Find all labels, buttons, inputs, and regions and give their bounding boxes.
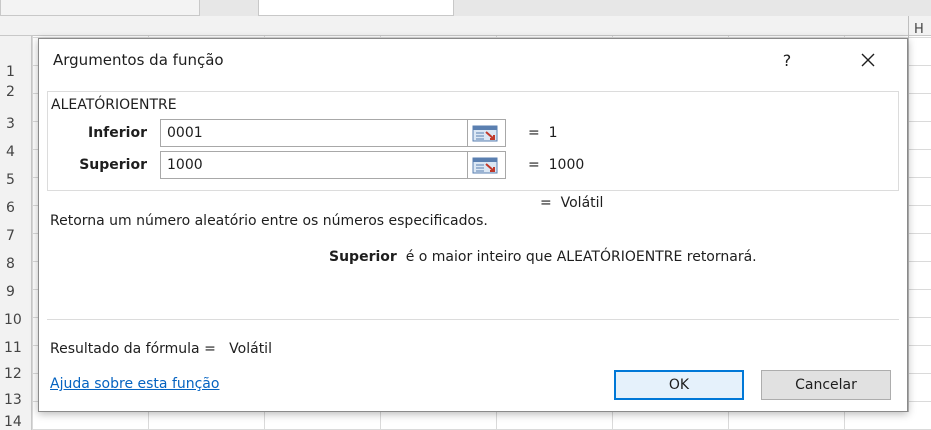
inferior-label: Inferior: [88, 125, 147, 141]
row-header[interactable]: 4: [6, 144, 15, 160]
row-header[interactable]: 5: [6, 172, 15, 188]
superior-label: Superior: [79, 157, 147, 173]
inferior-input[interactable]: [160, 119, 468, 147]
collapse-dialog-icon: [472, 157, 498, 174]
row-header[interactable]: 14: [4, 414, 22, 430]
sheet-tab[interactable]: [0, 0, 200, 16]
column-header[interactable]: H: [914, 22, 924, 37]
function-description: Retorna um número aleatório entre os núm…: [50, 213, 488, 229]
column-header-bar: [0, 16, 931, 36]
row-header[interactable]: 13: [4, 392, 22, 408]
superior-collapse-button[interactable]: [468, 151, 506, 179]
divider: [47, 319, 899, 320]
close-button[interactable]: [851, 45, 885, 75]
row-header[interactable]: 8: [6, 256, 15, 272]
function-name: ALEATÓRIOENTRE: [51, 97, 177, 113]
row-header[interactable]: 7: [6, 228, 15, 244]
function-result-value: = Volátil: [540, 195, 604, 211]
inferior-result: = 1: [528, 125, 558, 141]
parameter-description: Superior é o maior inteiro que ALEATÓRIO…: [329, 249, 757, 265]
superior-result: = 1000: [528, 157, 585, 173]
row-header[interactable]: 11: [4, 340, 22, 356]
tab-strip: [0, 0, 931, 16]
row-header[interactable]: 2: [6, 84, 15, 100]
cancel-button[interactable]: Cancelar: [761, 370, 891, 400]
dialog-title: Argumentos da função: [53, 51, 224, 69]
formula-result: Resultado da fórmula = Volátil: [50, 341, 272, 357]
row-header[interactable]: 1: [6, 64, 15, 80]
row-header[interactable]: 10: [4, 312, 22, 328]
inferior-collapse-button[interactable]: [468, 119, 506, 147]
superior-input[interactable]: [160, 151, 468, 179]
ok-button[interactable]: OK: [614, 370, 744, 400]
help-button[interactable]: ?: [773, 47, 801, 75]
close-icon: [861, 53, 875, 67]
row-header[interactable]: 9: [6, 284, 15, 300]
help-link[interactable]: Ajuda sobre esta função: [50, 376, 219, 392]
function-arguments-dialog: Argumentos da função ? ALEATÓRIOENTRE In…: [38, 38, 908, 412]
parameter-name: Superior: [329, 249, 397, 265]
collapse-dialog-icon: [472, 125, 498, 142]
row-header[interactable]: 6: [6, 200, 15, 216]
row-header[interactable]: 3: [6, 116, 15, 132]
row-header[interactable]: 12: [4, 366, 22, 382]
sheet-tab[interactable]: [258, 0, 454, 16]
parameter-help-text: é o maior inteiro que ALEATÓRIOENTRE ret…: [405, 249, 757, 265]
grid-divider: [908, 16, 909, 412]
